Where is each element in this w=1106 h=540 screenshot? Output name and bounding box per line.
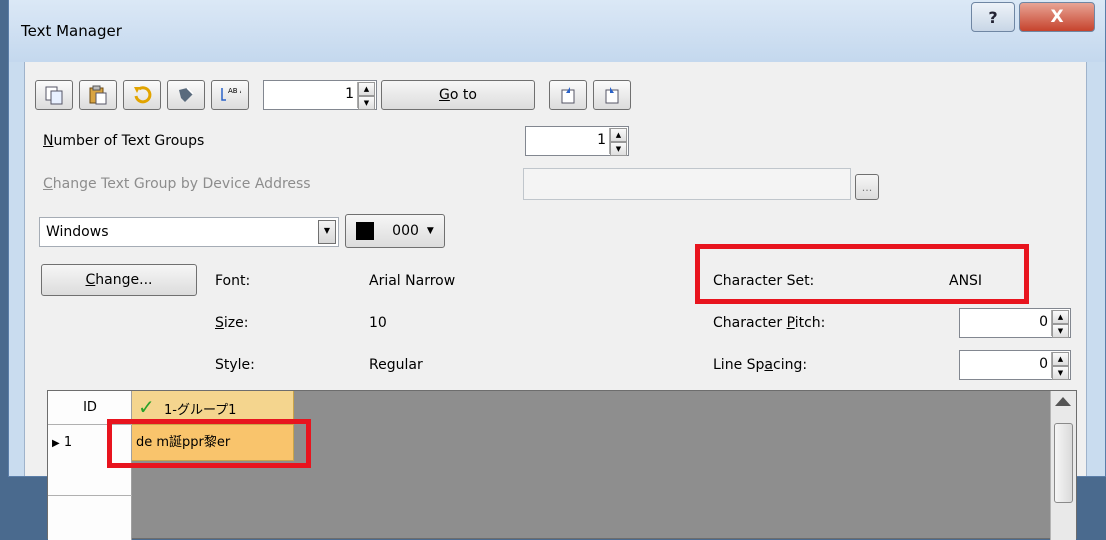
goto-button-label: Go to (439, 87, 477, 103)
help-button[interactable]: ? (971, 2, 1015, 32)
close-icon: X (1050, 7, 1064, 27)
change-font-button[interactable]: Change... (41, 264, 197, 296)
character-set-highlight (695, 244, 1029, 304)
number-of-groups-spinner[interactable]: 1 ▲ ▼ (525, 126, 629, 156)
paste-button[interactable] (79, 80, 117, 110)
font-value: Arial Narrow (369, 273, 456, 289)
row-1-header[interactable]: ▶ 1 (52, 435, 72, 450)
text-manager-window: Text Manager ? X AB AC 1 ▲▼ Go to (8, 0, 1106, 540)
row-id: 1 (63, 435, 73, 450)
spin-down-button[interactable]: ▼ (1052, 366, 1069, 380)
style-value: Regular (369, 357, 423, 373)
row-indicator-icon: ▶ (52, 438, 60, 449)
device-address-label: Change Text Group by Device Address (43, 176, 311, 192)
export-icon (561, 87, 575, 104)
undo-button[interactable] (123, 80, 161, 110)
character-pitch-value: 0 (1039, 314, 1048, 330)
copy-button[interactable] (35, 80, 73, 110)
spin-up-button[interactable]: ▲ (610, 128, 627, 142)
color-swatch (356, 222, 375, 240)
help-icon: ? (988, 7, 998, 27)
line-spacing-spinner[interactable]: 0 ▲ ▼ (959, 350, 1071, 380)
window-title: Text Manager (21, 22, 122, 40)
size-value: 10 (369, 315, 387, 331)
replace-text-button[interactable]: AB AC (211, 80, 249, 110)
number-of-groups-value: 1 (597, 132, 606, 148)
title-bar[interactable]: Text Manager ? X (9, 0, 1105, 62)
scroll-thumb[interactable] (1054, 423, 1073, 503)
dialog-client-area: AB AC 1 ▲▼ Go to Number of Text Groups 1… (24, 62, 1087, 540)
check-icon: ✓ (138, 395, 155, 419)
font-label: Font: (215, 273, 251, 289)
line-spacing-label: Line Spacing: (713, 357, 808, 373)
number-of-groups-label: Number of Text Groups (43, 133, 205, 149)
size-label: Size: (215, 315, 249, 331)
vertical-scrollbar[interactable] (1050, 391, 1076, 540)
export-button[interactable] (549, 80, 587, 110)
import-button[interactable] (167, 80, 205, 110)
replace-text-icon: AB AC (221, 87, 241, 101)
close-button[interactable]: X (1019, 2, 1095, 32)
import-file-button[interactable] (593, 80, 631, 110)
goto-button[interactable]: Go to (381, 80, 535, 110)
device-address-browse-button[interactable]: ... (855, 174, 879, 200)
color-picker-button[interactable]: 000 ▼ (345, 214, 445, 248)
undo-icon (134, 86, 152, 104)
selected-cell-highlight (107, 419, 311, 468)
paste-icon (89, 85, 107, 105)
spin-down-button[interactable]: ▼ (1052, 324, 1069, 338)
spin-up-button[interactable]: ▲ (1052, 352, 1069, 366)
chevron-down-icon: ▼ (426, 226, 434, 236)
copy-icon (45, 86, 63, 105)
import-icon (179, 87, 194, 102)
character-pitch-spinner[interactable]: 0 ▲ ▼ (959, 308, 1071, 338)
style-label: Style: (215, 357, 255, 373)
scroll-up-icon[interactable] (1055, 397, 1071, 406)
chevron-down-icon: ▼ (318, 220, 336, 244)
spin-up-button[interactable]: ▲ (1052, 310, 1069, 324)
font-type-select[interactable]: Windows ▼ (39, 217, 339, 247)
device-address-input[interactable] (523, 168, 851, 200)
spin-down-button[interactable]: ▼ (358, 96, 375, 110)
line-spacing-value: 0 (1039, 356, 1048, 372)
svg-text:AB AC: AB AC (228, 87, 241, 95)
goto-number-spinner[interactable]: 1 ▲ ▼ (263, 80, 377, 110)
import-file-icon (605, 87, 619, 104)
goto-number-value: 1 (345, 86, 354, 102)
spin-down-button[interactable]: ▼ (610, 142, 627, 156)
character-pitch-label: Character Pitch: (713, 315, 826, 331)
spin-up-button[interactable]: ▲ (358, 82, 375, 96)
